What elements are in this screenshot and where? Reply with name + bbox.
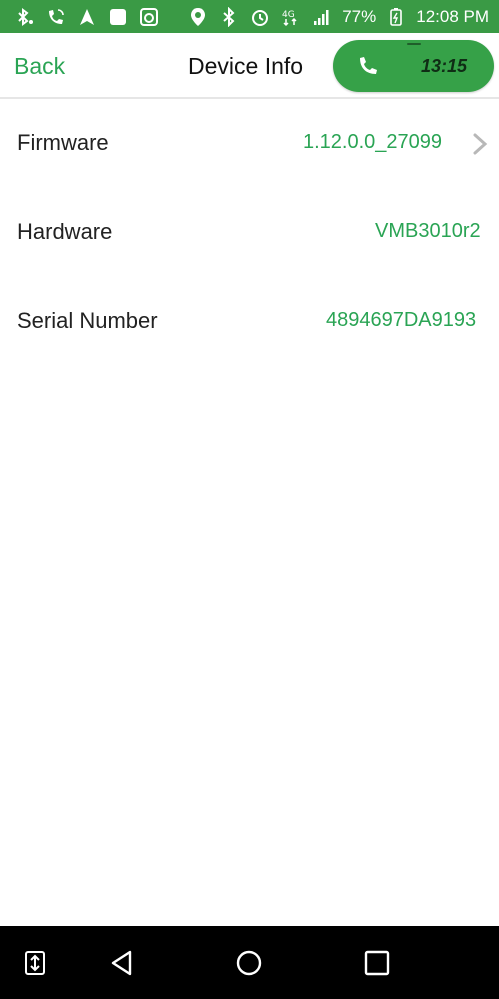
location-icon	[187, 6, 209, 28]
nav-back-button[interactable]	[107, 948, 137, 978]
call-pill-handle	[407, 43, 421, 45]
status-bar: 4G 77% 12:08 PM	[0, 0, 499, 33]
overview-icon	[364, 950, 390, 976]
phone-icon	[360, 57, 377, 74]
hardware-value: VMB3010r2	[375, 220, 481, 242]
status-left-icons	[14, 6, 160, 28]
status-right-icons: 4G 77% 12:08 PM	[187, 6, 489, 28]
home-icon	[236, 950, 262, 976]
chevron-right-icon	[473, 133, 488, 155]
page-title: Device Info	[188, 53, 304, 79]
bluetooth-icon	[218, 6, 240, 28]
status-time: 12:08 PM	[416, 6, 489, 26]
app-icon	[107, 6, 129, 28]
battery-percent: 77%	[342, 6, 377, 26]
alarm-icon	[249, 6, 271, 28]
firmware-label: Firmware	[17, 130, 109, 155]
back-button[interactable]: Back	[14, 53, 65, 80]
navigation-icon	[76, 6, 98, 28]
firmware-value: 1.12.0.0_27099	[303, 131, 443, 153]
active-call-pill[interactable]: 13:15	[333, 40, 494, 92]
signal-icon	[311, 6, 333, 28]
header-bar: Back Device Info 13:15	[0, 33, 499, 99]
serial-number-label: Serial Number	[17, 308, 158, 333]
recent-apps-switch-button[interactable]	[20, 948, 50, 978]
call-duration: 13:15	[421, 56, 468, 76]
camera-app-icon	[138, 6, 160, 28]
navigation-bar	[0, 926, 499, 999]
hardware-label: Hardware	[17, 219, 113, 244]
serial-number-value: 4894697DA9193	[326, 309, 477, 331]
lte-icon: 4G	[280, 6, 302, 28]
bluetooth-headset-icon	[14, 6, 36, 28]
nav-overview-button[interactable]	[362, 948, 392, 978]
hardware-row: Hardware VMB3010r2	[0, 204, 499, 264]
serial-number-row: Serial Number 4894697DA9193	[0, 293, 499, 353]
nav-home-button[interactable]	[234, 948, 264, 978]
recent-apps-switch-icon	[25, 951, 45, 975]
battery-icon	[385, 6, 407, 28]
firmware-row[interactable]: Firmware 1.12.0.0_27099	[0, 115, 499, 175]
back-icon	[111, 950, 132, 976]
device-info-screen: 4G 77% 12:08 PM Back Device Info 13:15 F…	[0, 0, 499, 999]
wifi-calling-icon	[45, 6, 67, 28]
svg-text:4G: 4G	[282, 10, 295, 20]
